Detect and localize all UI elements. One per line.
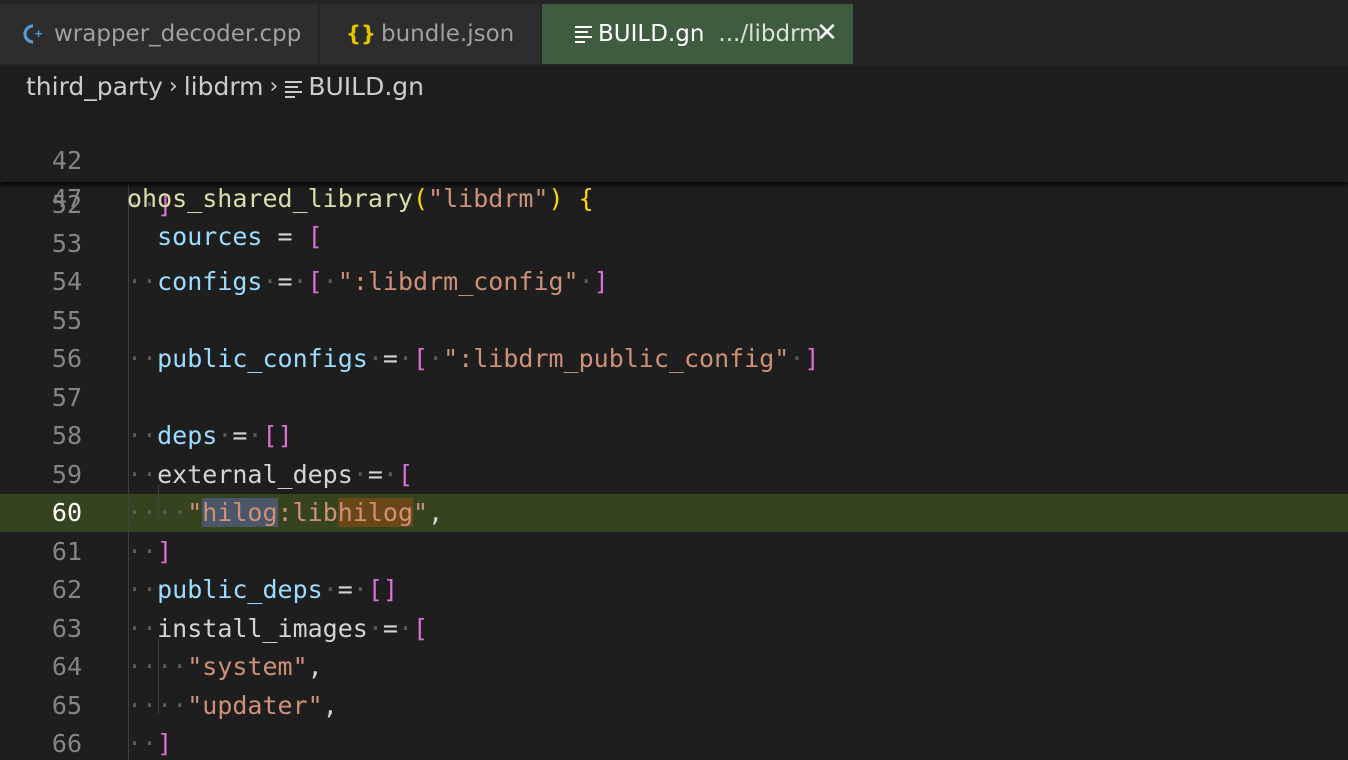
tab-wrapper-decoder-cpp[interactable]: + wrapper_decoder.cpp [0, 4, 318, 64]
code-text: sources = [ [157, 222, 323, 251]
code-text: ··external_deps·=·[ [127, 459, 414, 489]
tab-description: .../libdrm [718, 21, 822, 47]
breadcrumb-item-libdrm[interactable]: libdrm [184, 72, 264, 101]
code-line[interactable]: 57 [0, 379, 1348, 417]
svg-text:+: + [34, 27, 43, 40]
chevron-right-icon: › [168, 73, 178, 99]
code-line[interactable]: 55 [0, 302, 1348, 340]
line-number: 62 [51, 575, 82, 604]
tab-bar: + wrapper_decoder.cpp { } bundle.json BU… [0, 0, 1348, 66]
json-file-icon: { } [346, 22, 376, 46]
line-number: 55 [51, 305, 82, 335]
code-line[interactable]: 56 ··public_configs·=·[·":libdrm_public_c… [0, 340, 1348, 378]
code-line[interactable]: 61 ··] [0, 533, 1348, 571]
line-number: 57 [51, 382, 82, 412]
current-line[interactable]: 60 ····"hilog:libhilog", [0, 494, 1348, 532]
sticky-scroll-header: 42 ohos_shared_library("libdrm") { 47 so… [0, 104, 1348, 251]
code-text: ····"hilog:libhilog", [127, 498, 444, 527]
code-line[interactable]: 63 ··install_images·=·[ [0, 610, 1348, 648]
code-text: ··public_configs·=·[·":libdrm_public_con… [127, 344, 820, 373]
tab-build-gn[interactable]: BUILD.gn .../libdrm ✕ [542, 4, 853, 64]
line-number: 58 [51, 421, 82, 450]
indent-guide [158, 638, 159, 714]
code-text: ··install_images·=·[ [127, 613, 429, 643]
line-number: 65 [51, 690, 82, 720]
text-lines-icon [574, 23, 594, 43]
indent-guide [158, 484, 159, 522]
cpp-file-icon: + [22, 23, 48, 45]
line-number: 64 [51, 652, 82, 681]
code-line[interactable]: 66 ··] [0, 725, 1348, 760]
indent-guide [128, 182, 129, 760]
breadcrumb: third_party › libdrm › BUILD.gn [26, 66, 424, 106]
code-line[interactable]: 58 ··deps·=·[] [0, 417, 1348, 455]
line-number: 63 [51, 613, 82, 643]
code-line[interactable]: 54 ··configs·=·[·":libdrm_config"·] [0, 263, 1348, 301]
line-number: 47 [51, 184, 82, 213]
close-icon[interactable]: ✕ [815, 18, 839, 48]
line-number: 59 [51, 459, 82, 489]
code-text: ····"system", [127, 652, 323, 681]
code-line[interactable]: 62 ··public_deps·=·[] [0, 571, 1348, 609]
line-number: 56 [51, 344, 82, 373]
code-line[interactable]: 65····"updater", [0, 687, 1348, 725]
line-number: 60 [51, 498, 82, 527]
code-line[interactable]: 64 ····"system", [0, 648, 1348, 686]
breadcrumb-item-third-party[interactable]: third_party [26, 72, 163, 101]
sticky-line[interactable]: 47 sources = [ [0, 142, 1348, 251]
sticky-line[interactable]: 42 ohos_shared_library("libdrm") { [0, 104, 1348, 213]
breadcrumb-item-build-gn[interactable]: BUILD.gn [308, 72, 424, 101]
tab-bundle-json[interactable]: { } bundle.json [320, 4, 540, 64]
tab-label: BUILD.gn [598, 21, 705, 47]
text-lines-icon [284, 75, 304, 98]
code-text: ··deps·=·[] [127, 421, 293, 450]
tab-label: bundle.json [381, 21, 515, 47]
code-line[interactable]: 59 ··external_deps·=·[ [0, 456, 1348, 494]
tab-label: wrapper_decoder.cpp [54, 21, 302, 47]
code-text: ··] [127, 536, 173, 566]
line-number: 61 [51, 536, 82, 566]
line-number: 66 [51, 729, 82, 758]
code-text: ··public_deps·=·[] [127, 575, 398, 604]
code-text: ohos_shared_library("libdrm") { [127, 184, 594, 213]
code-text: ··configs·=·[·":libdrm_config"·] [127, 267, 609, 296]
chevron-right-icon: › [269, 73, 279, 99]
code-text: ··] [127, 729, 173, 758]
